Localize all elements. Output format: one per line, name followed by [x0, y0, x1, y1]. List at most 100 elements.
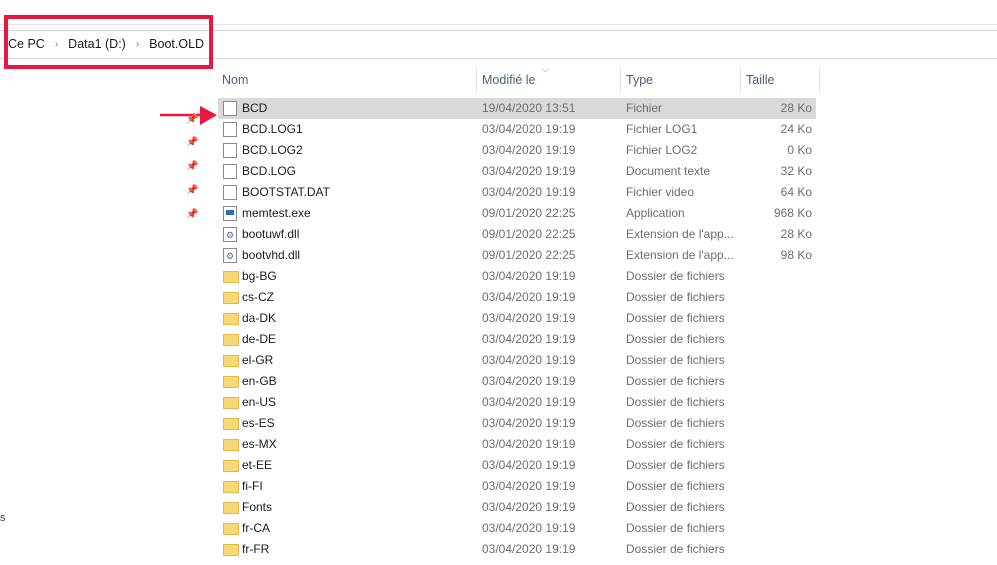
file-name: et-EE — [242, 458, 273, 472]
file-row[interactable]: BCD.LOG1 03/04/2020 19:19 Fichier LOG1 2… — [218, 119, 816, 140]
file-name: es-ES — [242, 416, 275, 430]
file-date: 03/04/2020 19:19 — [482, 374, 576, 388]
folder-icon — [223, 334, 239, 346]
file-type: Fichier LOG1 — [626, 122, 698, 136]
file-date: 03/04/2020 19:19 — [482, 500, 576, 514]
file-row[interactable]: BOOTSTAT.DAT 03/04/2020 19:19 Fichier vi… — [218, 182, 816, 203]
file-size: 64 Ko — [780, 185, 812, 199]
file-row[interactable]: cs-CZ 03/04/2020 19:19 Dossier de fichie… — [218, 287, 816, 308]
file-row[interactable]: en-GB 03/04/2020 19:19 Dossier de fichie… — [218, 371, 816, 392]
file-name: en-US — [242, 395, 277, 409]
dll-icon — [223, 246, 237, 267]
file-row[interactable]: da-DK 03/04/2020 19:19 Dossier de fichie… — [218, 308, 816, 329]
file-row[interactable]: bg-BG 03/04/2020 19:19 Dossier de fichie… — [218, 266, 816, 287]
file-type: Dossier de fichiers — [626, 479, 725, 493]
file-date: 09/01/2020 22:25 — [482, 206, 576, 220]
column-type[interactable]: Type — [622, 65, 653, 95]
file-date: 03/04/2020 19:19 — [482, 542, 576, 556]
pin-icon[interactable]: 📌 — [186, 209, 198, 220]
column-header: Nom Modifié le ⌵ Type Taille — [218, 64, 820, 95]
file-date: 03/04/2020 19:19 — [482, 164, 576, 178]
folder-icon — [223, 355, 239, 367]
file-name: cs-CZ — [242, 290, 274, 304]
file-name: bootvhd.dll — [242, 248, 301, 262]
file-type: Fichier — [626, 101, 663, 115]
folder-icon — [223, 313, 239, 325]
file-date: 03/04/2020 19:19 — [482, 437, 576, 451]
pin-icon[interactable]: 📌 — [186, 161, 198, 172]
column-modified[interactable]: Modifié le — [478, 65, 536, 95]
file-date: 03/04/2020 19:19 — [482, 143, 576, 157]
file-name: Fonts — [242, 500, 273, 514]
file-type: Application — [626, 206, 685, 220]
folder-icon — [223, 502, 239, 514]
pin-icon[interactable]: 📌 — [186, 185, 198, 196]
file-icon — [223, 164, 237, 179]
column-separator[interactable] — [476, 67, 477, 93]
file-row[interactable]: fi-FI 03/04/2020 19:19 Dossier de fichie… — [218, 476, 816, 497]
folder-icon — [223, 523, 239, 535]
column-separator[interactable] — [740, 67, 741, 93]
file-name: BCD.LOG1 — [242, 122, 303, 136]
folder-icon — [223, 292, 239, 304]
column-separator[interactable] — [620, 67, 621, 93]
file-name: BCD.LOG — [242, 164, 297, 178]
file-row[interactable]: fr-CA 03/04/2020 19:19 Dossier de fichie… — [218, 518, 816, 539]
folder-icon — [223, 439, 239, 451]
file-row[interactable]: Fonts 03/04/2020 19:19 Dossier de fichie… — [218, 497, 816, 518]
file-type: Dossier de fichiers — [626, 542, 725, 556]
file-type: Dossier de fichiers — [626, 374, 725, 388]
file-row[interactable]: fr-FR 03/04/2020 19:19 Dossier de fichie… — [218, 539, 816, 560]
file-type: Extension de l'app... — [626, 248, 734, 262]
file-name: en-GB — [242, 374, 277, 388]
file-row[interactable]: memtest.exe 09/01/2020 22:25 Application… — [218, 203, 816, 224]
file-size: 28 Ko — [780, 101, 812, 115]
column-name[interactable]: Nom — [218, 65, 248, 95]
file-date: 03/04/2020 19:19 — [482, 332, 576, 346]
file-type: Dossier de fichiers — [626, 416, 725, 430]
file-name: fi-FI — [242, 479, 263, 493]
column-size[interactable]: Taille — [742, 65, 775, 95]
file-icon — [223, 185, 237, 200]
file-name: de-DE — [242, 332, 277, 346]
folder-icon — [223, 376, 239, 388]
file-size: 24 Ko — [780, 122, 812, 136]
column-separator[interactable] — [819, 67, 820, 93]
file-type: Dossier de fichiers — [626, 458, 725, 472]
folder-icon — [223, 418, 239, 430]
folder-icon — [223, 397, 239, 409]
file-date: 03/04/2020 19:19 — [482, 395, 576, 409]
folder-icon — [223, 544, 239, 556]
file-row[interactable]: en-US 03/04/2020 19:19 Dossier de fichie… — [218, 392, 816, 413]
file-row[interactable]: el-GR 03/04/2020 19:19 Dossier de fichie… — [218, 350, 816, 371]
file-date: 03/04/2020 19:19 — [482, 458, 576, 472]
file-name: es-MX — [242, 437, 277, 451]
folder-icon — [223, 481, 239, 493]
file-type: Dossier de fichiers — [626, 395, 725, 409]
file-row[interactable]: bootuwf.dll 09/01/2020 22:25 Extension d… — [218, 224, 816, 246]
file-row[interactable]: BCD.LOG 03/04/2020 19:19 Document texte … — [218, 161, 816, 182]
file-row[interactable]: es-ES 03/04/2020 19:19 Dossier de fichie… — [218, 413, 816, 434]
file-row[interactable]: es-MX 03/04/2020 19:19 Dossier de fichie… — [218, 434, 816, 455]
file-row[interactable]: de-DE 03/04/2020 19:19 Dossier de fichie… — [218, 329, 816, 350]
file-type: Dossier de fichiers — [626, 437, 725, 451]
folder-icon — [223, 271, 239, 283]
file-type: Dossier de fichiers — [626, 290, 725, 304]
file-list: BCD 19/04/2020 13:51 Fichier 28 Ko BCD.L… — [218, 98, 816, 560]
file-row[interactable]: BCD.LOG2 03/04/2020 19:19 Fichier LOG2 0… — [218, 140, 816, 161]
file-row[interactable]: et-EE 03/04/2020 19:19 Dossier de fichie… — [218, 455, 816, 476]
file-name: bootuwf.dll — [242, 227, 300, 241]
app-icon — [223, 206, 237, 221]
pin-icon[interactable]: 📌 — [186, 137, 198, 148]
dll-icon — [223, 225, 237, 246]
file-row[interactable]: bootvhd.dll 09/01/2020 22:25 Extension d… — [218, 245, 816, 267]
file-date: 09/01/2020 22:25 — [482, 227, 576, 241]
file-type: Dossier de fichiers — [626, 269, 725, 283]
file-icon — [223, 122, 237, 137]
file-type: Dossier de fichiers — [626, 311, 725, 325]
pin-icon[interactable]: 📌 — [186, 114, 198, 125]
file-row[interactable]: BCD 19/04/2020 13:51 Fichier 28 Ko — [218, 98, 816, 119]
file-date: 03/04/2020 19:19 — [482, 185, 576, 199]
file-date: 09/01/2020 22:25 — [482, 248, 576, 262]
file-name: da-DK — [242, 311, 277, 325]
